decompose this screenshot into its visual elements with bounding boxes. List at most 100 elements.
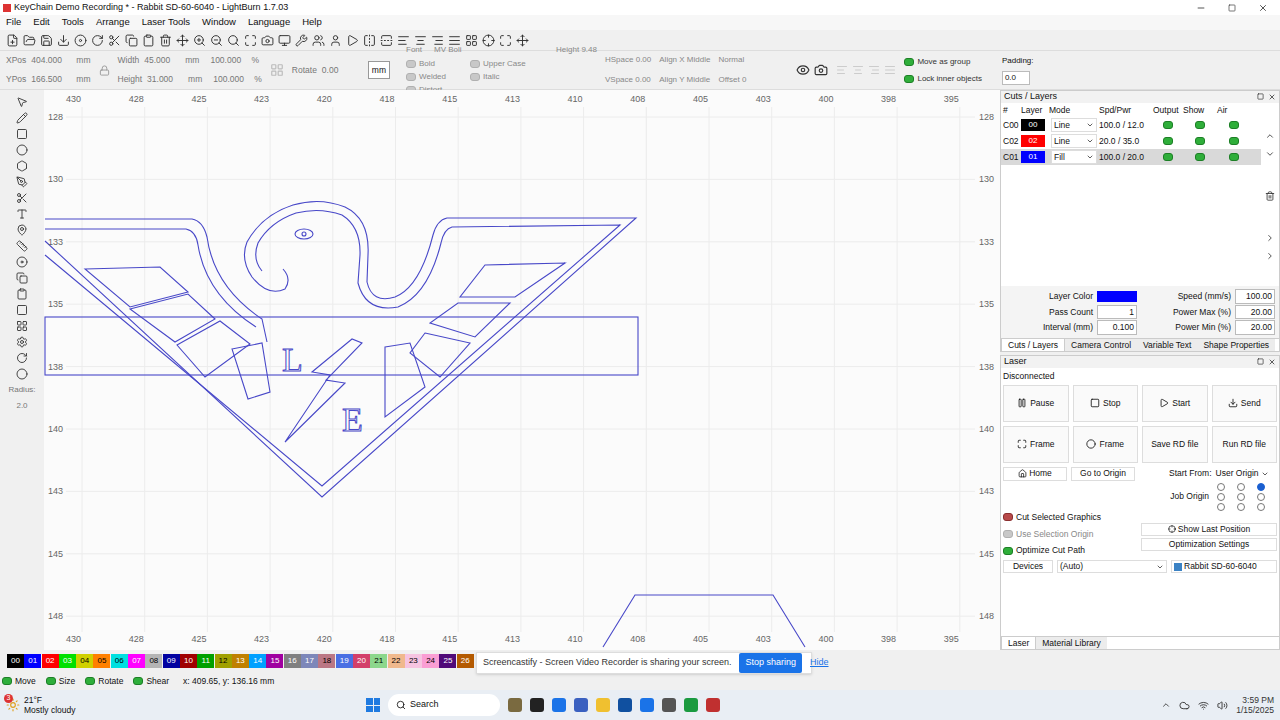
text-option-toggle[interactable] — [406, 60, 416, 68]
anchor-grid-icon[interactable] — [270, 63, 284, 77]
palette-swatch[interactable]: 14 — [249, 654, 266, 668]
tool-icon[interactable] — [16, 144, 28, 156]
job-origin-radio[interactable] — [1257, 503, 1265, 511]
text-option-toggle[interactable] — [470, 60, 480, 68]
tool-icon[interactable] — [16, 288, 28, 300]
laser-button[interactable]: Run RD file — [1212, 426, 1278, 463]
palette-swatch[interactable]: 09 — [163, 654, 180, 668]
text-option[interactable]: Italic — [470, 71, 530, 83]
panel-tab[interactable]: Material Library — [1036, 637, 1107, 649]
status-mode-toggle[interactable] — [133, 677, 143, 685]
taskbar-app-icon[interactable] — [640, 698, 654, 712]
toolbar-icon[interactable] — [244, 34, 257, 47]
tool-icon[interactable] — [16, 208, 28, 220]
tool-icon[interactable] — [16, 304, 28, 316]
toolbar-icon[interactable] — [91, 34, 104, 47]
palette-swatch[interactable]: 00 — [7, 654, 24, 668]
panel-tab[interactable]: Shape Properties — [1197, 339, 1275, 351]
toolbar-icon[interactable] — [176, 34, 189, 47]
panel-tab[interactable]: Variable Text — [1137, 339, 1197, 351]
laser-button[interactable]: Stop — [1073, 385, 1139, 422]
laser-option-toggle[interactable] — [1003, 513, 1013, 521]
style-select[interactable]: Normal — [718, 54, 788, 66]
job-origin-radio[interactable] — [1237, 503, 1245, 511]
palette-swatch[interactable]: 15 — [266, 654, 283, 668]
tray-expand-icon[interactable] — [1161, 700, 1171, 710]
design-drawing[interactable]: LE — [44, 90, 1000, 650]
toolbar-icon[interactable] — [227, 34, 240, 47]
palette-swatch[interactable]: 24 — [422, 654, 439, 668]
taskbar-app-icon[interactable] — [574, 698, 588, 712]
job-origin-radio[interactable] — [1237, 483, 1245, 491]
layer-row[interactable]: C0202Line20.0 / 35.0 — [1001, 133, 1261, 149]
laser-button[interactable]: Send — [1212, 385, 1278, 422]
palette-swatch[interactable]: 04 — [76, 654, 93, 668]
taskbar-app-icon[interactable] — [684, 698, 698, 712]
field-value[interactable]: 166.500 — [29, 73, 73, 86]
toolbar-icon[interactable] — [108, 34, 121, 47]
palette-swatch[interactable]: 20 — [353, 654, 370, 668]
menu-item[interactable]: Help — [302, 15, 322, 29]
air-toggle[interactable] — [1229, 121, 1239, 129]
palette-swatch[interactable]: 06 — [111, 654, 128, 668]
delete-icon[interactable] — [1265, 191, 1275, 201]
field-value[interactable]: 0.00 — [320, 64, 360, 77]
taskbar-app-icon[interactable] — [508, 698, 522, 712]
job-origin-radio[interactable] — [1217, 483, 1225, 491]
toolbar-icon[interactable] — [210, 34, 223, 47]
panel-tab[interactable]: Camera Control — [1065, 339, 1137, 351]
group-option[interactable]: Move as group — [904, 56, 981, 68]
menu-item[interactable]: Language — [248, 15, 290, 29]
taskbar-app-icon[interactable] — [706, 698, 720, 712]
units-button[interactable]: mm — [368, 61, 390, 80]
palette-swatch[interactable]: 16 — [284, 654, 301, 668]
optimization-settings-button[interactable]: Optimization Settings — [1141, 538, 1277, 551]
align-icon[interactable] — [868, 64, 880, 76]
palette-swatch[interactable]: 25 — [439, 654, 456, 668]
show-toggle[interactable] — [1195, 153, 1205, 161]
palette-swatch[interactable]: 23 — [405, 654, 422, 668]
status-mode-toggle[interactable] — [46, 677, 56, 685]
panel-tab[interactable]: Cuts / Layers — [1001, 339, 1065, 351]
text-option-toggle[interactable] — [470, 73, 480, 81]
setting-value[interactable]: 1 — [1097, 305, 1137, 320]
palette-swatch[interactable]: 11 — [197, 654, 214, 668]
layer-color-swatch[interactable] — [1097, 291, 1137, 302]
laser-button[interactable]: Save RD file — [1142, 426, 1208, 463]
palette-swatch[interactable]: 21 — [370, 654, 387, 668]
taskbar-app-icon[interactable] — [596, 698, 610, 712]
wifi-icon[interactable] — [1198, 700, 1209, 711]
toolbar-icon[interactable] — [448, 34, 461, 47]
tool-icon[interactable] — [16, 240, 28, 252]
maximize-icon[interactable] — [1228, 4, 1236, 12]
palette-swatch[interactable]: 10 — [180, 654, 197, 668]
air-toggle[interactable] — [1229, 137, 1239, 145]
laser-button[interactable]: Frame — [1073, 426, 1139, 463]
volume-icon[interactable] — [1217, 700, 1228, 711]
toolbar-icon[interactable] — [346, 34, 359, 47]
status-mode-toggle[interactable] — [85, 677, 95, 685]
canvas-letter[interactable]: E — [342, 401, 363, 438]
device-select[interactable]: Rabbit SD-60-6040 — [1171, 560, 1277, 573]
radius-field[interactable]: 2.0 — [16, 400, 27, 412]
toolbar-icon[interactable] — [278, 34, 291, 47]
toolbar-icon[interactable] — [312, 34, 325, 47]
toolbar-icon[interactable] — [74, 34, 87, 47]
output-toggle[interactable] — [1163, 137, 1173, 145]
minimize-icon[interactable] — [1196, 3, 1206, 13]
show-last-position-button[interactable]: Show Last Position — [1141, 523, 1277, 536]
palette-swatch[interactable]: 26 — [457, 654, 474, 668]
laser-option-toggle[interactable] — [1003, 530, 1013, 538]
taskbar-app-icon[interactable] — [552, 698, 566, 712]
font-select[interactable]: MV Boli — [434, 44, 544, 56]
job-origin-radio[interactable] — [1217, 493, 1225, 501]
menu-item[interactable]: Tools — [62, 15, 84, 29]
air-toggle[interactable] — [1229, 153, 1239, 161]
palette-swatch[interactable]: 17 — [301, 654, 318, 668]
palette-swatch[interactable]: 05 — [93, 654, 110, 668]
toolbar-icon[interactable] — [482, 34, 495, 47]
tool-icon[interactable] — [16, 320, 28, 332]
devices-button[interactable]: Devices — [1003, 560, 1053, 573]
palette-swatch[interactable]: 19 — [336, 654, 353, 668]
status-mode[interactable]: Shear — [133, 675, 169, 688]
